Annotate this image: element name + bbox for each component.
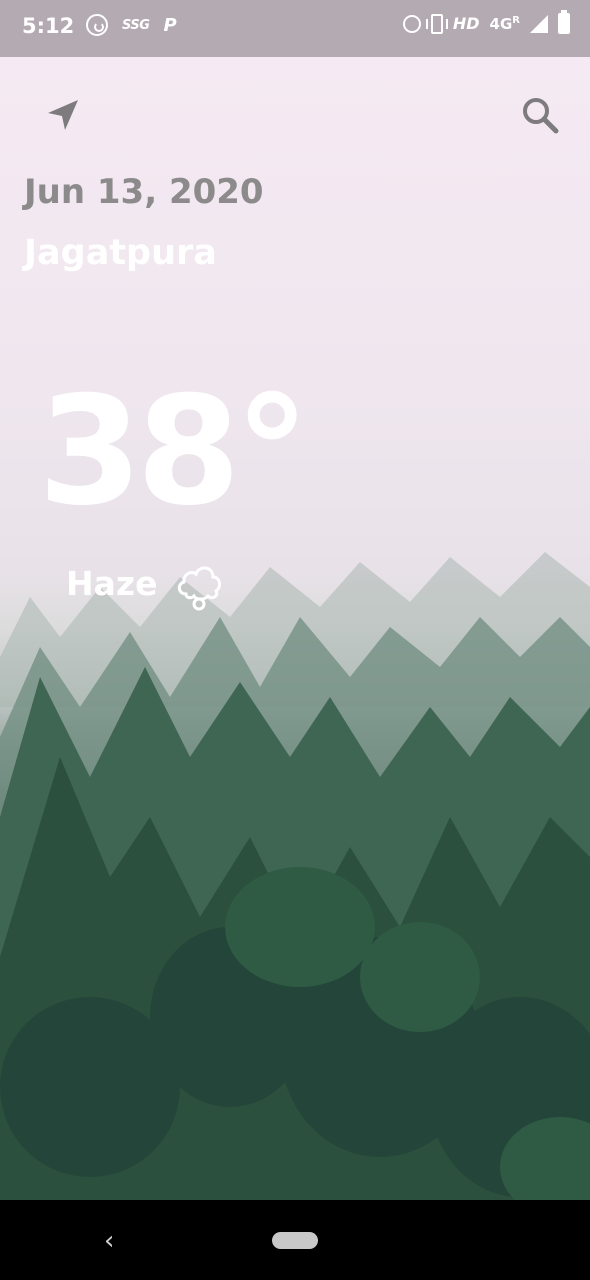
temperature-value: 38° <box>38 365 310 539</box>
system-icons: HD 4GR <box>402 10 570 34</box>
whatsapp-icon <box>86 14 108 36</box>
ssg-icon: SSG <box>122 17 150 33</box>
p-icon: P <box>163 14 177 36</box>
navigation-bar: ‹ <box>0 1200 590 1280</box>
cloud-icon <box>177 566 222 611</box>
alarm-icon <box>402 14 421 33</box>
navigation-arrow-icon[interactable] <box>46 98 80 132</box>
weather-screen: Jun 13, 2020 Jagatpura 38° Haze <box>0 57 590 1200</box>
condition-label: Haze <box>66 564 158 603</box>
status-bar: 5:12 SSG P HD 4GR <box>0 0 590 57</box>
city-label: Jagatpura <box>24 233 217 273</box>
hd-label: HD <box>452 14 480 33</box>
notification-icons: SSG P <box>86 14 177 36</box>
back-button[interactable]: ‹ <box>104 1226 114 1256</box>
vibrate-icon <box>425 13 448 34</box>
date-label: Jun 13, 2020 <box>24 172 264 212</box>
status-time: 5:12 <box>22 14 75 38</box>
signal-icon <box>530 14 548 33</box>
home-pill-icon[interactable] <box>272 1232 318 1249</box>
battery-icon <box>558 10 570 34</box>
forest-background <box>0 552 590 1200</box>
network-label: 4GR <box>489 14 520 33</box>
search-icon[interactable] <box>520 95 560 135</box>
roaming-label: R <box>512 14 520 26</box>
